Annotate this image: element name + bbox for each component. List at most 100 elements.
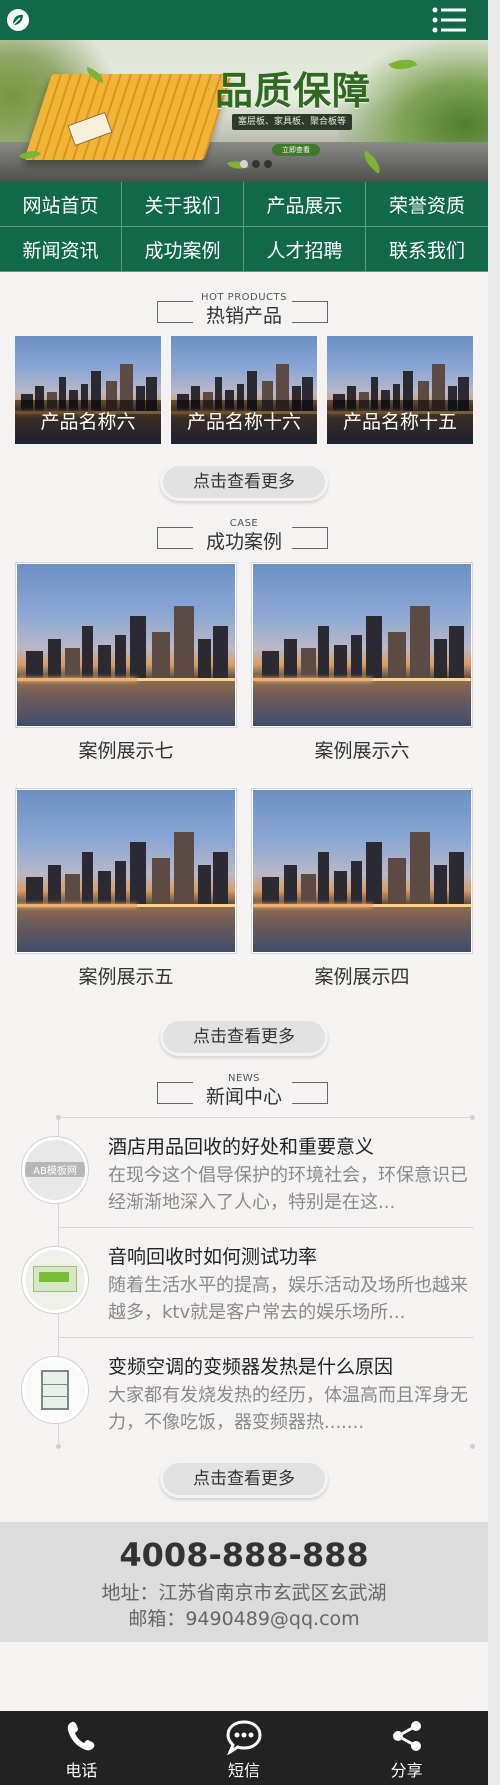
skyline-building bbox=[197, 864, 212, 907]
shop-sign-image bbox=[39, 1272, 69, 1282]
display-cabinet-image bbox=[41, 1370, 69, 1410]
nav-item-jobs[interactable]: 人才招聘 bbox=[244, 227, 366, 272]
skyline-building bbox=[283, 864, 297, 907]
heading-title: 热销产品 bbox=[205, 305, 282, 327]
skyline-building bbox=[409, 832, 430, 907]
skyline-building bbox=[261, 651, 280, 681]
cabinet-shelf bbox=[43, 1396, 67, 1397]
news-thumbnail bbox=[22, 1357, 88, 1423]
nav-item-about[interactable]: 关于我们 bbox=[122, 182, 244, 227]
city-skyline-image bbox=[17, 564, 235, 726]
news-item[interactable]: 音响回收时如何测试功率 随着生活水平的提高，娱乐活动及场所也越来越多，ktv就是… bbox=[0, 1227, 488, 1337]
news-divider bbox=[58, 1227, 474, 1228]
case-title: 案例展示四 bbox=[314, 966, 410, 988]
nav-item-home[interactable]: 网站首页 bbox=[0, 182, 122, 227]
skyline-building bbox=[82, 625, 94, 681]
call-button[interactable]: 电话 bbox=[0, 1711, 163, 1785]
banner-subtitle: 塞层板、家具板、聚合板等 bbox=[232, 114, 353, 130]
skyline-building bbox=[366, 841, 382, 907]
product-card[interactable]: 产品名称六 bbox=[15, 336, 161, 444]
news-summary: 随着生活水平的提高，娱乐活动及场所也越来越多，ktv就是客户常去的娱乐场所... bbox=[108, 1275, 468, 1323]
case-image-frame bbox=[251, 788, 473, 954]
river-water bbox=[17, 906, 235, 952]
nav-item-contact[interactable]: 联系我们 bbox=[366, 227, 488, 272]
products-more-button[interactable]: 点击查看更多 bbox=[160, 463, 328, 501]
skyline-building bbox=[115, 635, 126, 681]
nav-item-products[interactable]: 产品展示 bbox=[244, 182, 366, 227]
timeline-dot bbox=[56, 1444, 61, 1449]
nav-item-cases[interactable]: 成功案例 bbox=[122, 227, 244, 272]
cases-more-button[interactable]: 点击查看更多 bbox=[160, 1018, 328, 1056]
case-card[interactable]: 案例展示五 bbox=[15, 788, 237, 988]
hotline-number[interactable]: 4008-888-888 bbox=[0, 1536, 488, 1574]
product-card[interactable]: 产品名称十五 bbox=[327, 336, 473, 444]
skyline-building bbox=[318, 625, 330, 681]
skyline-building bbox=[64, 648, 81, 681]
skyline-building bbox=[213, 625, 229, 681]
nav-item-news[interactable]: 新闻资讯 bbox=[0, 227, 122, 272]
share-label: 分享 bbox=[390, 1761, 423, 1780]
skyline-building bbox=[351, 635, 362, 681]
skyline-building bbox=[47, 864, 61, 907]
news-thumbnail: AB模板网 bbox=[22, 1137, 88, 1203]
case-card[interactable]: 案例展示六 bbox=[251, 562, 473, 762]
hot-products-heading: HOT PRODUCTS 热销产品 bbox=[0, 292, 488, 327]
skyline-building bbox=[318, 851, 330, 907]
nav-item-honors[interactable]: 荣誉资质 bbox=[366, 182, 488, 227]
email-text[interactable]: 邮箱：9490489@qq.com bbox=[0, 1604, 488, 1631]
case-card[interactable]: 案例展示四 bbox=[251, 788, 473, 988]
leaf-logo-icon[interactable] bbox=[7, 9, 29, 31]
page-scrollbar[interactable] bbox=[488, 0, 500, 1785]
slide-dot[interactable] bbox=[240, 160, 248, 168]
slide-dot-active[interactable] bbox=[252, 160, 260, 168]
news-summary: 大家都有发烧发热的经历，体温高而且浑身无力，不像吃饭，器变频器热....... bbox=[108, 1385, 468, 1433]
skyline-building bbox=[197, 638, 212, 681]
skyline-building bbox=[300, 648, 317, 681]
banner-view-button[interactable]: 立即查看 bbox=[272, 144, 320, 156]
news-title: 音响回收时如何测试功率 bbox=[108, 1246, 318, 1268]
lit-bridge bbox=[253, 903, 373, 907]
product-list: 产品名称六 产品名称十六 产品名称十五 bbox=[15, 336, 473, 444]
news-item[interactable]: AB模板网 酒店用品回收的好处和重要意义 在现今这个倡导保护的环境社会，环保意识… bbox=[0, 1117, 488, 1227]
skyline-building bbox=[173, 606, 194, 681]
case-title: 案例展示五 bbox=[78, 966, 174, 988]
skyline-building bbox=[366, 615, 382, 681]
skyline-building bbox=[433, 864, 448, 907]
message-icon bbox=[226, 1720, 262, 1755]
sms-button[interactable]: 短信 bbox=[163, 1711, 326, 1785]
skyline-building bbox=[300, 874, 317, 907]
skyline-building bbox=[351, 861, 362, 907]
menu-list-icon[interactable] bbox=[432, 7, 466, 33]
share-icon bbox=[392, 1721, 421, 1751]
skyline-building bbox=[152, 632, 170, 681]
skyline-building bbox=[261, 877, 280, 907]
news-item[interactable]: 变频空调的变频器发热是什么原因 大家都有发烧发热的经历，体温高而且浑身无力，不像… bbox=[0, 1337, 488, 1447]
skyline-building bbox=[283, 638, 297, 681]
skyline-building bbox=[64, 874, 81, 907]
shore-lights bbox=[136, 903, 235, 907]
heading-title: 新闻中心 bbox=[205, 1086, 282, 1108]
heading-title: 成功案例 bbox=[205, 531, 282, 553]
banner-title: 品质保障 bbox=[215, 68, 372, 113]
city-skyline-image bbox=[253, 790, 471, 952]
share-button[interactable]: 分享 bbox=[325, 1711, 488, 1785]
shore-lights bbox=[372, 677, 471, 681]
lit-bridge bbox=[253, 677, 373, 681]
news-more-button[interactable]: 点击查看更多 bbox=[160, 1460, 328, 1498]
case-card[interactable]: 案例展示七 bbox=[15, 562, 237, 762]
skyline-building bbox=[25, 877, 44, 907]
product-card[interactable]: 产品名称十六 bbox=[171, 336, 317, 444]
news-thumbnail bbox=[22, 1247, 88, 1313]
banner-product-panel bbox=[24, 74, 232, 160]
contact-footer: 4008-888-888 地址：江苏省南京市玄武区玄武湖 邮箱：9490489@… bbox=[0, 1522, 488, 1642]
case-image-frame bbox=[15, 788, 237, 954]
case-image-frame bbox=[15, 562, 237, 728]
river-water bbox=[253, 906, 471, 952]
address-text: 地址：江苏省南京市玄武区玄武湖 bbox=[101, 1582, 387, 1604]
slide-dot[interactable] bbox=[264, 160, 272, 168]
skyline-building bbox=[449, 851, 465, 907]
news-divider bbox=[58, 1337, 474, 1338]
skyline-building bbox=[388, 858, 406, 907]
river-water bbox=[17, 680, 235, 726]
lit-bridge bbox=[17, 903, 137, 907]
